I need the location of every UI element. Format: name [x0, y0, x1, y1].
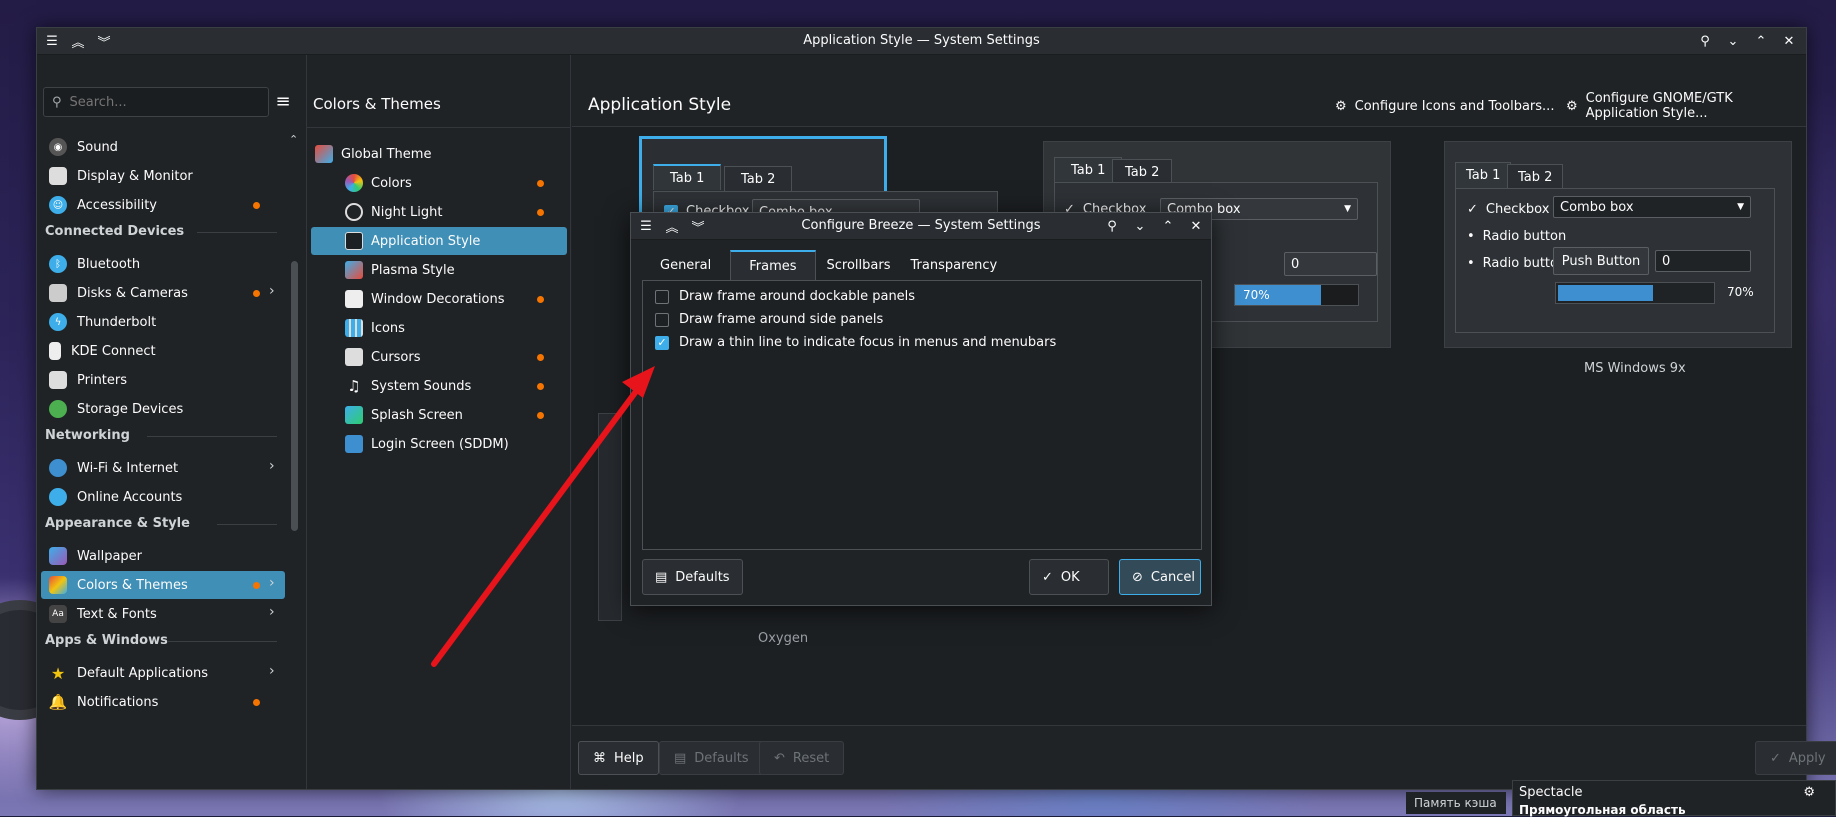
arrow-shaft [431, 383, 643, 667]
spectacle-title: Spectacle [1519, 785, 1583, 800]
spectacle-window[interactable]: Spectacle Прямоугольная область ⚙ [1512, 780, 1836, 817]
settings-sliders-icon[interactable]: ⚙ [1803, 785, 1815, 800]
spectacle-region-label: Прямоугольная область [1519, 803, 1686, 817]
annotation-arrow [431, 366, 655, 667]
arrow-head [622, 366, 655, 398]
taskbar-cache-label: Память кэша [1406, 792, 1506, 814]
